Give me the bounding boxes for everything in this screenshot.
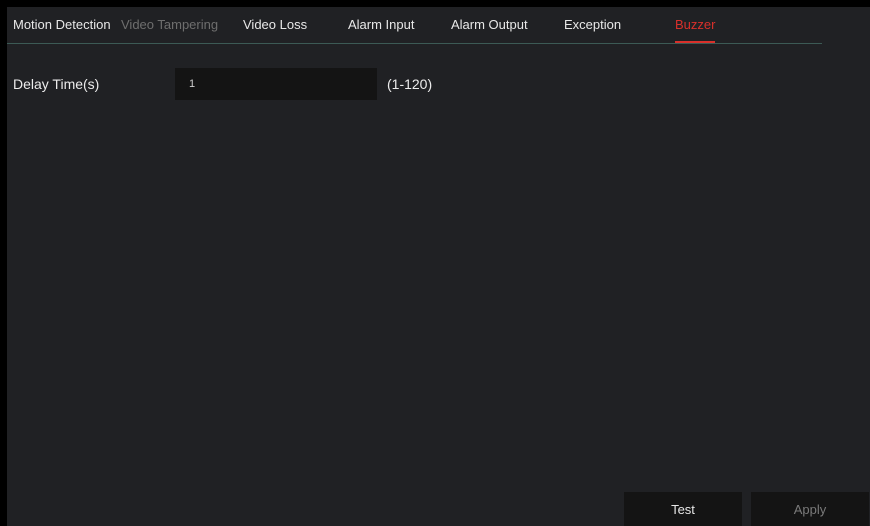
tab-motion-detection[interactable]: Motion Detection: [13, 17, 111, 33]
tab-video-tampering: Video Tampering: [121, 17, 219, 32]
tab-alarm-input[interactable]: Alarm Input: [348, 17, 414, 33]
alarm-tab-bar: Motion Detection Video Tampering Video L…: [7, 7, 822, 44]
tab-buzzer[interactable]: Buzzer: [675, 17, 716, 43]
delay-range-hint: (1-120): [387, 76, 433, 92]
test-button[interactable]: Test: [624, 492, 742, 526]
settings-panel: Motion Detection Video Tampering Video L…: [7, 7, 870, 526]
tab-exception[interactable]: Exception: [564, 17, 621, 33]
apply-button[interactable]: Apply: [751, 492, 869, 526]
tab-alarm-output[interactable]: Alarm Output: [451, 17, 528, 33]
tab-video-loss[interactable]: Video Loss: [243, 17, 307, 33]
delay-time-input[interactable]: [175, 68, 377, 100]
delay-time-label: Delay Time(s): [13, 76, 100, 92]
